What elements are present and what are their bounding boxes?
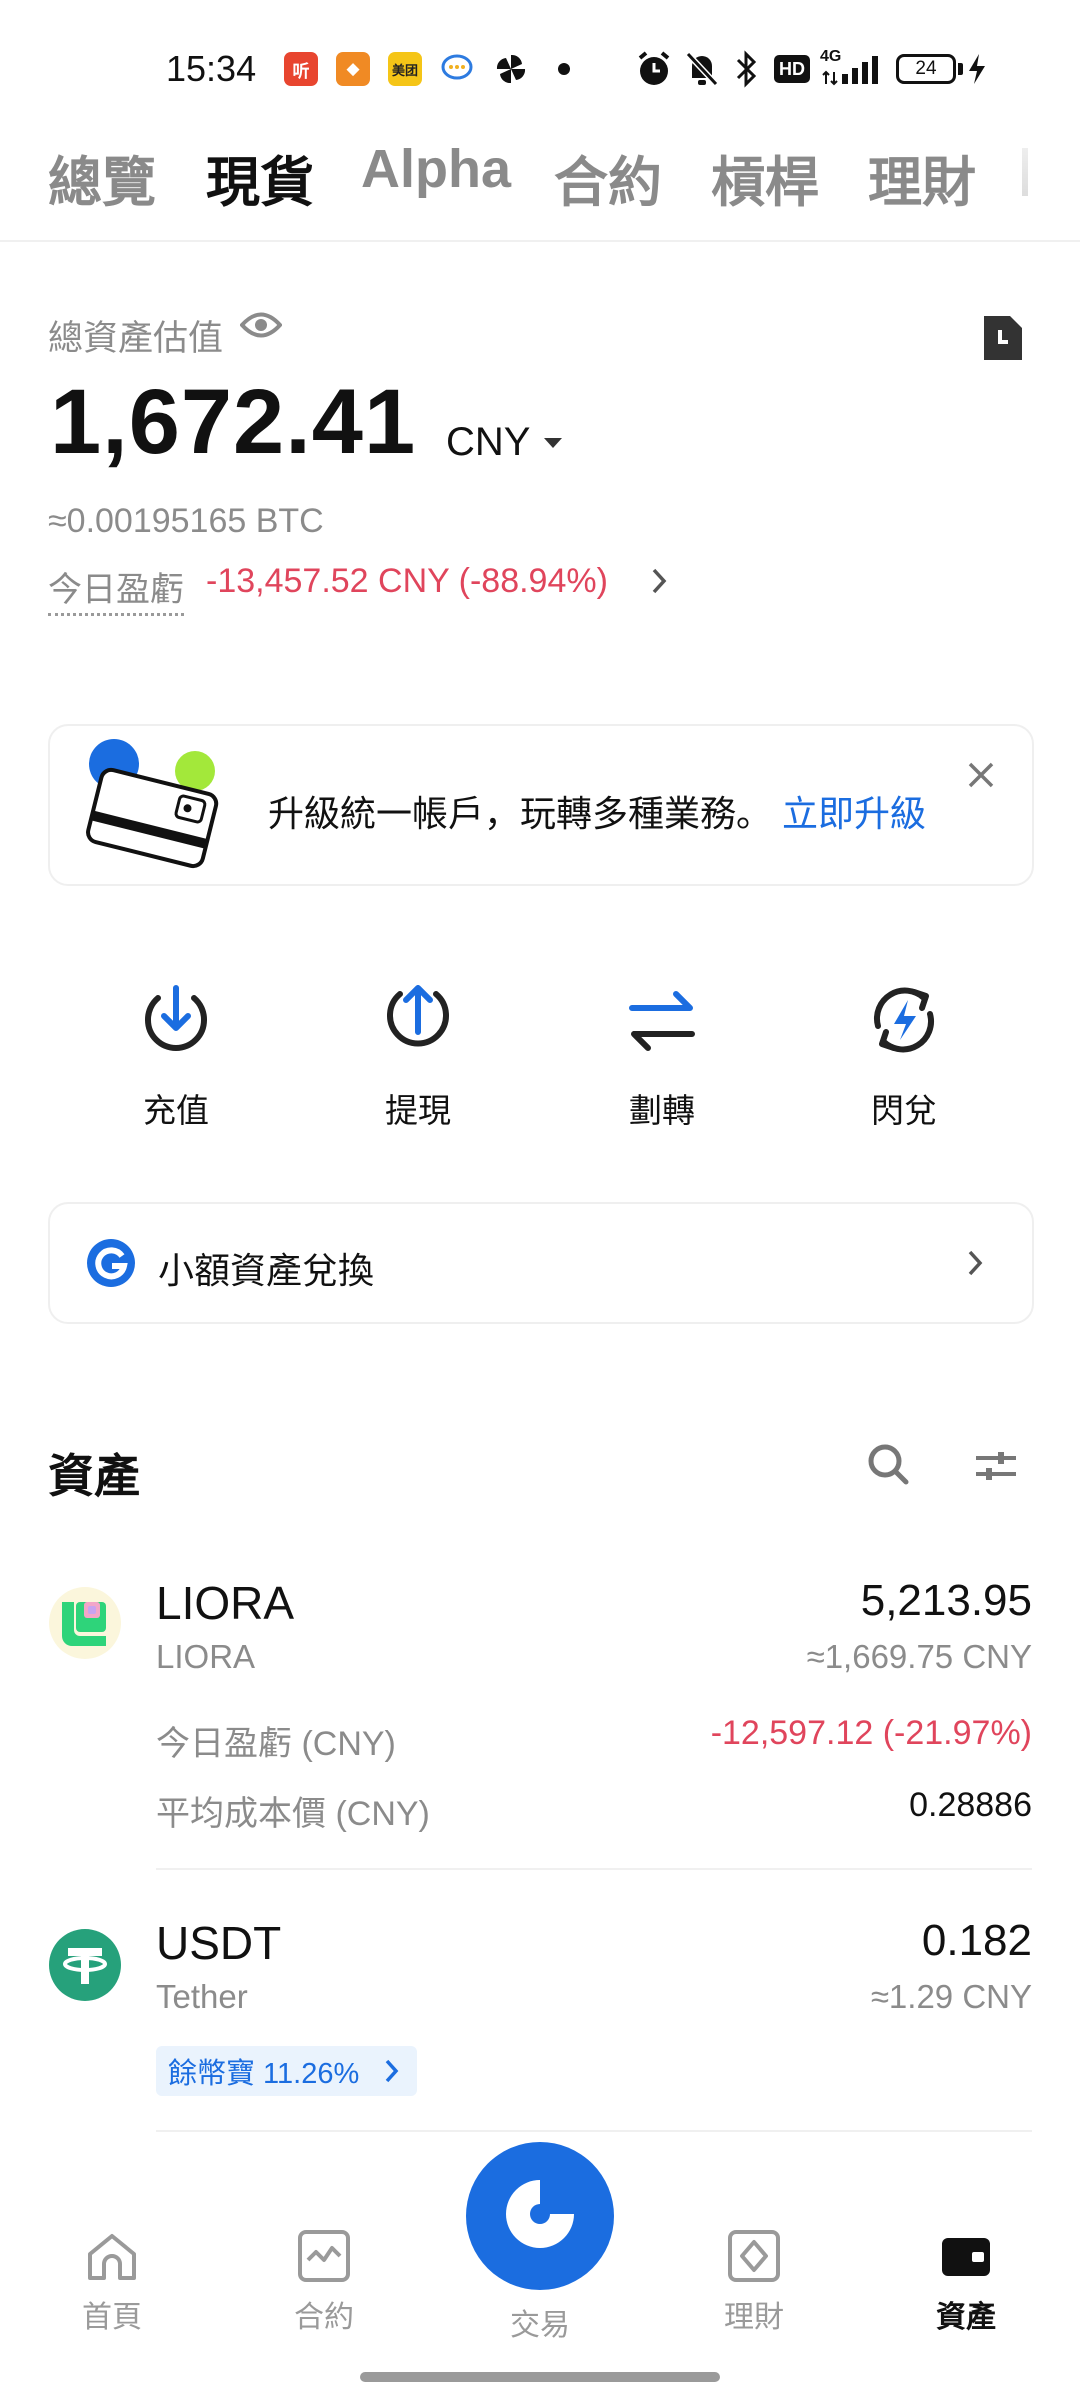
charging-icon bbox=[966, 52, 988, 91]
tab-earn[interactable]: 理財 bbox=[868, 138, 976, 217]
small-convert-label: 小額資產兌換 bbox=[158, 1250, 375, 1291]
nav-trade-button[interactable] bbox=[466, 2142, 614, 2290]
meituan-app-icon: 美团 bbox=[388, 52, 422, 86]
asset-amount: 5,213.95 bbox=[860, 1576, 1032, 1625]
trade-logo-icon bbox=[500, 2174, 580, 2259]
deposit-button[interactable]: 充值 bbox=[96, 980, 256, 1132]
liora-coin-icon bbox=[48, 1586, 122, 1665]
swap-arrows-icon bbox=[622, 980, 702, 1060]
asset-cost-label: 平均成本價 (CNY) bbox=[156, 1795, 430, 1833]
tab-futures[interactable]: 合約 bbox=[554, 138, 662, 217]
filter-sliders-icon[interactable] bbox=[974, 1446, 1018, 1491]
pnl-label[interactable]: 今日盈虧 bbox=[48, 562, 184, 616]
withdraw-button[interactable]: 提現 bbox=[338, 980, 498, 1132]
chat-app-icon bbox=[440, 52, 476, 91]
earn-icon bbox=[724, 2226, 784, 2286]
tab-alpha[interactable]: Alpha bbox=[361, 138, 511, 200]
nav-trade-label: 交易 bbox=[510, 2309, 570, 2342]
battery-icon: 24 bbox=[896, 54, 956, 84]
chevron-right-icon[interactable] bbox=[384, 2058, 400, 2089]
balance-amount: 1,672.41 bbox=[50, 371, 417, 473]
asset-cny-value: ≈1.29 CNY bbox=[870, 1978, 1032, 2015]
asset-cny-value: ≈1,669.75 CNY bbox=[806, 1638, 1032, 1675]
hd-icon: HD bbox=[774, 55, 810, 83]
nav-earn-label: 理財 bbox=[724, 2301, 784, 2334]
flash-refresh-icon bbox=[864, 980, 944, 1060]
pinwheel-app-icon bbox=[494, 52, 528, 91]
chevron-right-icon bbox=[966, 1248, 984, 1283]
wallet-icon bbox=[936, 2226, 996, 2286]
nav-assets-label: 資產 bbox=[936, 2301, 996, 2334]
tab-spot[interactable]: 現貨 bbox=[206, 138, 314, 217]
balance-currency[interactable]: CNY bbox=[446, 420, 530, 465]
download-icon bbox=[136, 980, 216, 1060]
asset-divider bbox=[156, 1868, 1032, 1870]
status-time: 15:34 bbox=[166, 48, 257, 89]
tether-coin-icon bbox=[48, 1928, 122, 2007]
home-icon bbox=[82, 2226, 142, 2286]
asset-symbol[interactable]: LIORA bbox=[156, 1576, 294, 1630]
nav-assets[interactable]: 資產 bbox=[896, 2226, 1036, 2336]
assets-title: 資產 bbox=[48, 1450, 140, 1502]
pnl-value[interactable]: -13,457.52 CNY (-88.94%) bbox=[206, 562, 608, 601]
tab-margin[interactable]: 槓桿 bbox=[711, 138, 819, 217]
asset-pnl-label: 今日盈虧 (CNY) bbox=[156, 1725, 396, 1763]
battery-tip bbox=[958, 63, 963, 75]
flash-exchange-button[interactable]: 閃兌 bbox=[824, 980, 984, 1132]
tab-overflow-fade bbox=[1022, 148, 1028, 196]
status-bar: 15:34 听 ◆ 美团 HD 4G 24 bbox=[0, 0, 1080, 130]
asset-name: Tether bbox=[156, 1978, 248, 2015]
close-icon[interactable] bbox=[966, 760, 996, 795]
withdraw-label: 提現 bbox=[385, 1092, 451, 1129]
transfer-label: 劃轉 bbox=[629, 1092, 695, 1129]
asset-pnl-value: -12,597.12 (-21.97%) bbox=[710, 1714, 1032, 1752]
history-record-icon[interactable] bbox=[980, 312, 1026, 369]
search-icon[interactable] bbox=[866, 1442, 910, 1491]
balance-label: 總資產估值 bbox=[48, 319, 224, 358]
tab-overview[interactable]: 總覽 bbox=[48, 138, 156, 217]
eye-icon[interactable] bbox=[239, 310, 283, 345]
wallet-illustration-icon bbox=[78, 738, 228, 877]
asset-name: LIORA bbox=[156, 1638, 256, 1675]
bluetooth-icon bbox=[734, 50, 758, 93]
battery-level: 24 bbox=[915, 58, 937, 79]
upgrade-link[interactable]: 立即升級 bbox=[782, 785, 926, 837]
nav-earn[interactable]: 理財 bbox=[684, 2226, 824, 2336]
mute-bell-icon bbox=[684, 50, 720, 93]
asset-amount: 0.182 bbox=[921, 1916, 1032, 1965]
flash-exchange-label: 閃兌 bbox=[871, 1092, 937, 1129]
balance-btc: ≈0.00195165 BTC bbox=[48, 502, 324, 540]
earn-tag-text: 餘幣寶 11.26% bbox=[168, 2058, 360, 2090]
home-indicator[interactable] bbox=[360, 2372, 720, 2382]
chart-icon bbox=[294, 2226, 354, 2286]
deposit-label: 充值 bbox=[143, 1092, 209, 1129]
asset-divider bbox=[156, 2130, 1032, 2132]
nav-home-label: 首頁 bbox=[82, 2301, 142, 2334]
ting-app-icon: 听 bbox=[284, 52, 318, 86]
transfer-button[interactable]: 劃轉 bbox=[582, 980, 742, 1132]
signal-icon bbox=[822, 50, 884, 93]
alarm-icon bbox=[636, 50, 672, 93]
chevron-right-icon[interactable] bbox=[650, 566, 668, 601]
earn-tag-button[interactable]: 餘幣寶 11.26% bbox=[156, 2046, 418, 2096]
notification-dot-icon bbox=[558, 63, 570, 75]
nav-futures-label: 合約 bbox=[294, 2301, 354, 2334]
asset-cost-value: 0.28886 bbox=[909, 1786, 1032, 1824]
nav-home[interactable]: 首頁 bbox=[42, 2226, 182, 2336]
banner-text: 升級統一帳戶，玩轉多種業務。 bbox=[268, 793, 773, 834]
convert-logo-icon bbox=[86, 1238, 136, 1293]
upload-icon bbox=[378, 980, 458, 1060]
nav-futures[interactable]: 合約 bbox=[254, 2226, 394, 2336]
asset-symbol[interactable]: USDT bbox=[156, 1916, 281, 1970]
orange-app-icon: ◆ bbox=[336, 52, 370, 86]
caret-down-icon[interactable] bbox=[542, 436, 564, 455]
